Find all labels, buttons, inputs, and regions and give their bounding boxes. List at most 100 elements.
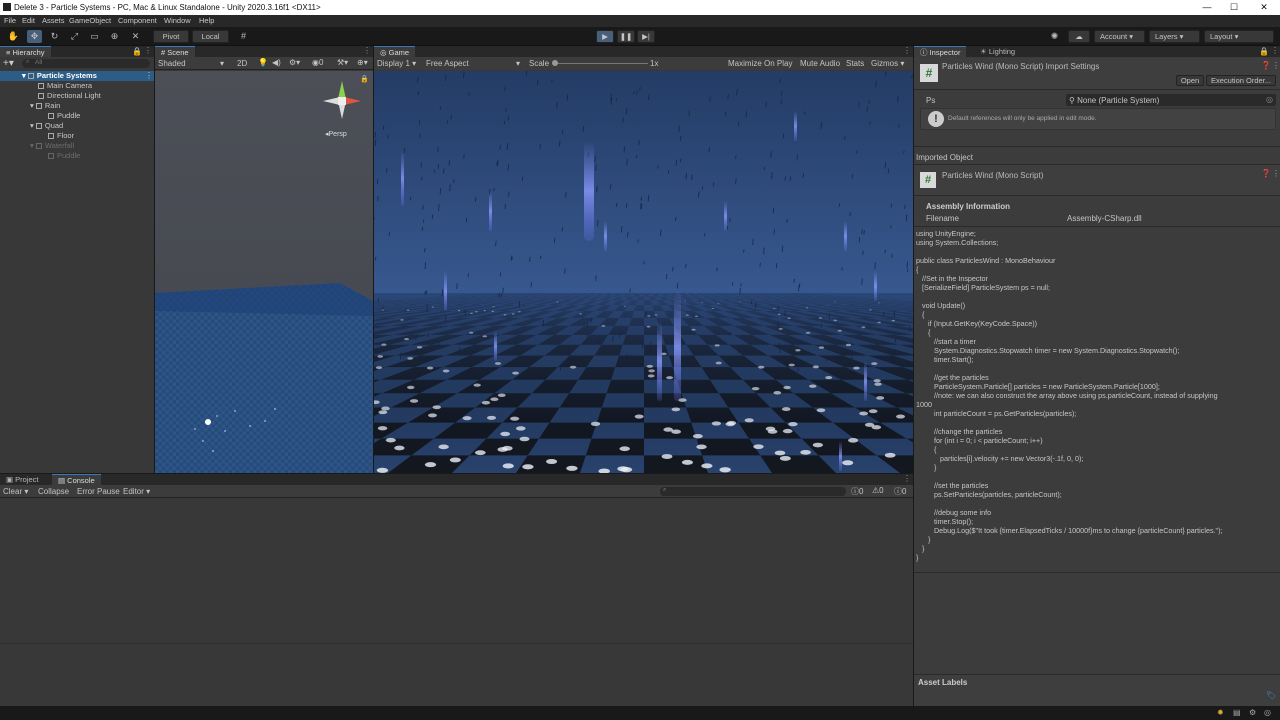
scene-kebab-icon[interactable]: ⋮ [363, 46, 371, 55]
local-toggle[interactable]: Local [192, 30, 229, 43]
log-count-toggle[interactable]: ⓘ0 [851, 486, 863, 497]
tab-inspector[interactable]: ⓘ Inspector [914, 46, 967, 57]
game-kebab-icon[interactable]: ⋮ [903, 46, 911, 55]
layers-dropdown[interactable]: Layers ▾ [1149, 30, 1200, 43]
tools-icon[interactable]: ⚒▾ [337, 58, 348, 67]
clear-button[interactable]: Clear ▾ [3, 487, 28, 496]
maximize-on-play-toggle[interactable]: Maximize On Play [728, 59, 792, 68]
tree-item-main-camera[interactable]: Main Camera [38, 81, 92, 90]
display-dropdown[interactable]: Display 1 ▾ [377, 59, 416, 68]
mute-audio-toggle[interactable]: Mute Audio [800, 59, 840, 68]
hierarchy-search[interactable]: ⌕ All [22, 59, 150, 68]
tab-console[interactable]: ▤ Console [52, 474, 101, 485]
object-kebab-icon[interactable]: ⋮ [1272, 169, 1280, 178]
gizmo-lock-icon[interactable]: 🔒 [360, 75, 369, 83]
layout-dropdown[interactable]: Layout ▾ [1204, 30, 1274, 43]
raindrop [798, 284, 800, 292]
menu-component[interactable]: Component [118, 16, 157, 25]
warning-count-toggle[interactable]: ⚠0 [872, 486, 884, 495]
effects-icon[interactable]: ⚙▾ [289, 58, 300, 67]
progress-icon[interactable]: ▤ [1233, 708, 1241, 717]
rotate-tool-icon[interactable]: ↻ [47, 30, 62, 43]
tree-item-directional-light[interactable]: Directional Light [38, 91, 101, 100]
audio-toggle-icon[interactable]: ◀) [272, 58, 281, 67]
perspective-label[interactable]: ◂Persp [325, 130, 347, 138]
lighting-toggle-icon[interactable]: 💡 [258, 58, 268, 67]
tab-game[interactable]: ◎ Game [374, 46, 416, 57]
stats-toggle[interactable]: Stats [846, 59, 864, 68]
gizmos-dropdown[interactable]: Gizmos ▾ [871, 59, 904, 68]
tab-lighting[interactable]: ☀ Lighting [974, 46, 1021, 57]
minimize-button[interactable]: — [1197, 1, 1217, 14]
tree-item-floor[interactable]: Floor [48, 131, 74, 140]
kebab-icon[interactable]: ⋮ [144, 46, 152, 55]
scale-tool-icon[interactable]: ⤢ [67, 30, 82, 43]
close-button[interactable]: ✕ [1254, 1, 1274, 14]
puddle-splash [404, 338, 409, 341]
tree-item-quad[interactable]: ▾ Quad [30, 121, 63, 130]
open-button[interactable]: Open [1176, 75, 1204, 86]
menu-edit[interactable]: Edit [22, 16, 35, 25]
console-search-input[interactable]: ⌕ [660, 487, 846, 496]
editor-dropdown[interactable]: Editor ▾ [123, 487, 150, 496]
debug-icon[interactable]: ⚙ [1249, 708, 1256, 717]
console-detail-divider[interactable] [0, 643, 913, 644]
error-count-toggle[interactable]: ⓘ0 [894, 486, 906, 497]
pivot-toggle[interactable]: Pivot [153, 30, 189, 43]
menu-assets[interactable]: Assets [42, 16, 65, 25]
grid-snap-icon[interactable]: # [236, 30, 251, 43]
tree-item-waterfall[interactable]: ▾ Waterfall [30, 141, 74, 150]
ps-object-field[interactable]: ⚲ None (Particle System) ◎ [1066, 94, 1276, 106]
custom-tool-icon[interactable]: ✕ [128, 30, 143, 43]
hand-tool-icon[interactable]: ✋ [6, 30, 21, 43]
inspector-kebab-icon[interactable]: ⋮ [1271, 46, 1279, 55]
tree-item-puddle[interactable]: Puddle [48, 111, 80, 120]
tab-scene[interactable]: # Scene [155, 46, 195, 57]
cloud-button[interactable]: ☁ [1068, 30, 1090, 43]
help-icon[interactable]: ❓ [1261, 61, 1271, 70]
object-picker-icon[interactable]: ◎ [1266, 95, 1273, 104]
gizmos-toggle-icon[interactable]: ⊕▾ [357, 58, 368, 67]
play-button[interactable]: ▶ [596, 30, 614, 43]
add-icon[interactable]: +▾ [3, 58, 14, 69]
maximize-button[interactable]: ☐ [1224, 1, 1244, 14]
rect-tool-icon[interactable]: ▭ [87, 30, 102, 43]
shading-dropdown[interactable]: Shaded ▾ [158, 59, 224, 68]
console-kebab-icon[interactable]: ⋮ [903, 474, 911, 483]
pause-button[interactable]: ❚❚ [617, 30, 635, 43]
menu-help[interactable]: Help [199, 16, 214, 25]
step-button[interactable]: ▶| [637, 30, 655, 43]
raindrop [505, 107, 507, 112]
tab-inspector-label: Inspector [929, 48, 961, 57]
account-dropdown[interactable]: Account ▾ [1094, 30, 1145, 43]
lock-icon[interactable]: 🔒 [132, 47, 142, 56]
2d-toggle[interactable]: 2D [237, 59, 247, 68]
aspect-dropdown[interactable]: Free Aspect ▾ [426, 59, 522, 68]
hidden-objects-icon[interactable]: ◉0 [312, 58, 323, 67]
tree-item-rain[interactable]: ▾ Rain [30, 101, 60, 110]
tab-project[interactable]: ▣ Project [0, 474, 45, 485]
scene-kebab-icon[interactable]: ⋮ [145, 71, 153, 80]
help-icon[interactable]: ❓ [1261, 169, 1271, 178]
error-pause-toggle[interactable]: Error Pause [77, 487, 120, 496]
cache-server-icon[interactable]: ◎ [1264, 708, 1271, 717]
scene-viewport[interactable]: ◂Persp 🔒 [155, 71, 373, 473]
menu-window[interactable]: Window [164, 16, 191, 25]
scale-slider-track[interactable] [554, 63, 648, 64]
tree-item-waterfall-puddle[interactable]: Puddle [48, 151, 80, 160]
label-tag-icon[interactable]: 🏷 [1266, 691, 1276, 700]
transform-tool-icon[interactable]: ⊕ [107, 30, 122, 43]
inspector-lock-icon[interactable]: 🔒 [1259, 47, 1269, 56]
collapse-toggle[interactable]: Collapse [38, 487, 69, 496]
collab-icon[interactable]: ✺ [1047, 30, 1062, 43]
tab-hierarchy[interactable]: ≡ Hierarchy [0, 46, 51, 57]
menu-gameobject[interactable]: GameObject [69, 16, 111, 25]
move-tool-icon[interactable]: ✥ [27, 30, 42, 43]
execution-order-button[interactable]: Execution Order... [1206, 75, 1276, 86]
scale-slider-handle[interactable] [552, 60, 558, 66]
auto-generate-lighting-icon[interactable]: ✹ [1217, 708, 1224, 717]
menu-file[interactable]: File [4, 16, 16, 25]
header-kebab-icon[interactable]: ⋮ [1272, 61, 1280, 70]
tree-item-particle-systems[interactable]: ▾ Particle Systems [22, 71, 97, 80]
game-viewport[interactable] [374, 71, 913, 473]
